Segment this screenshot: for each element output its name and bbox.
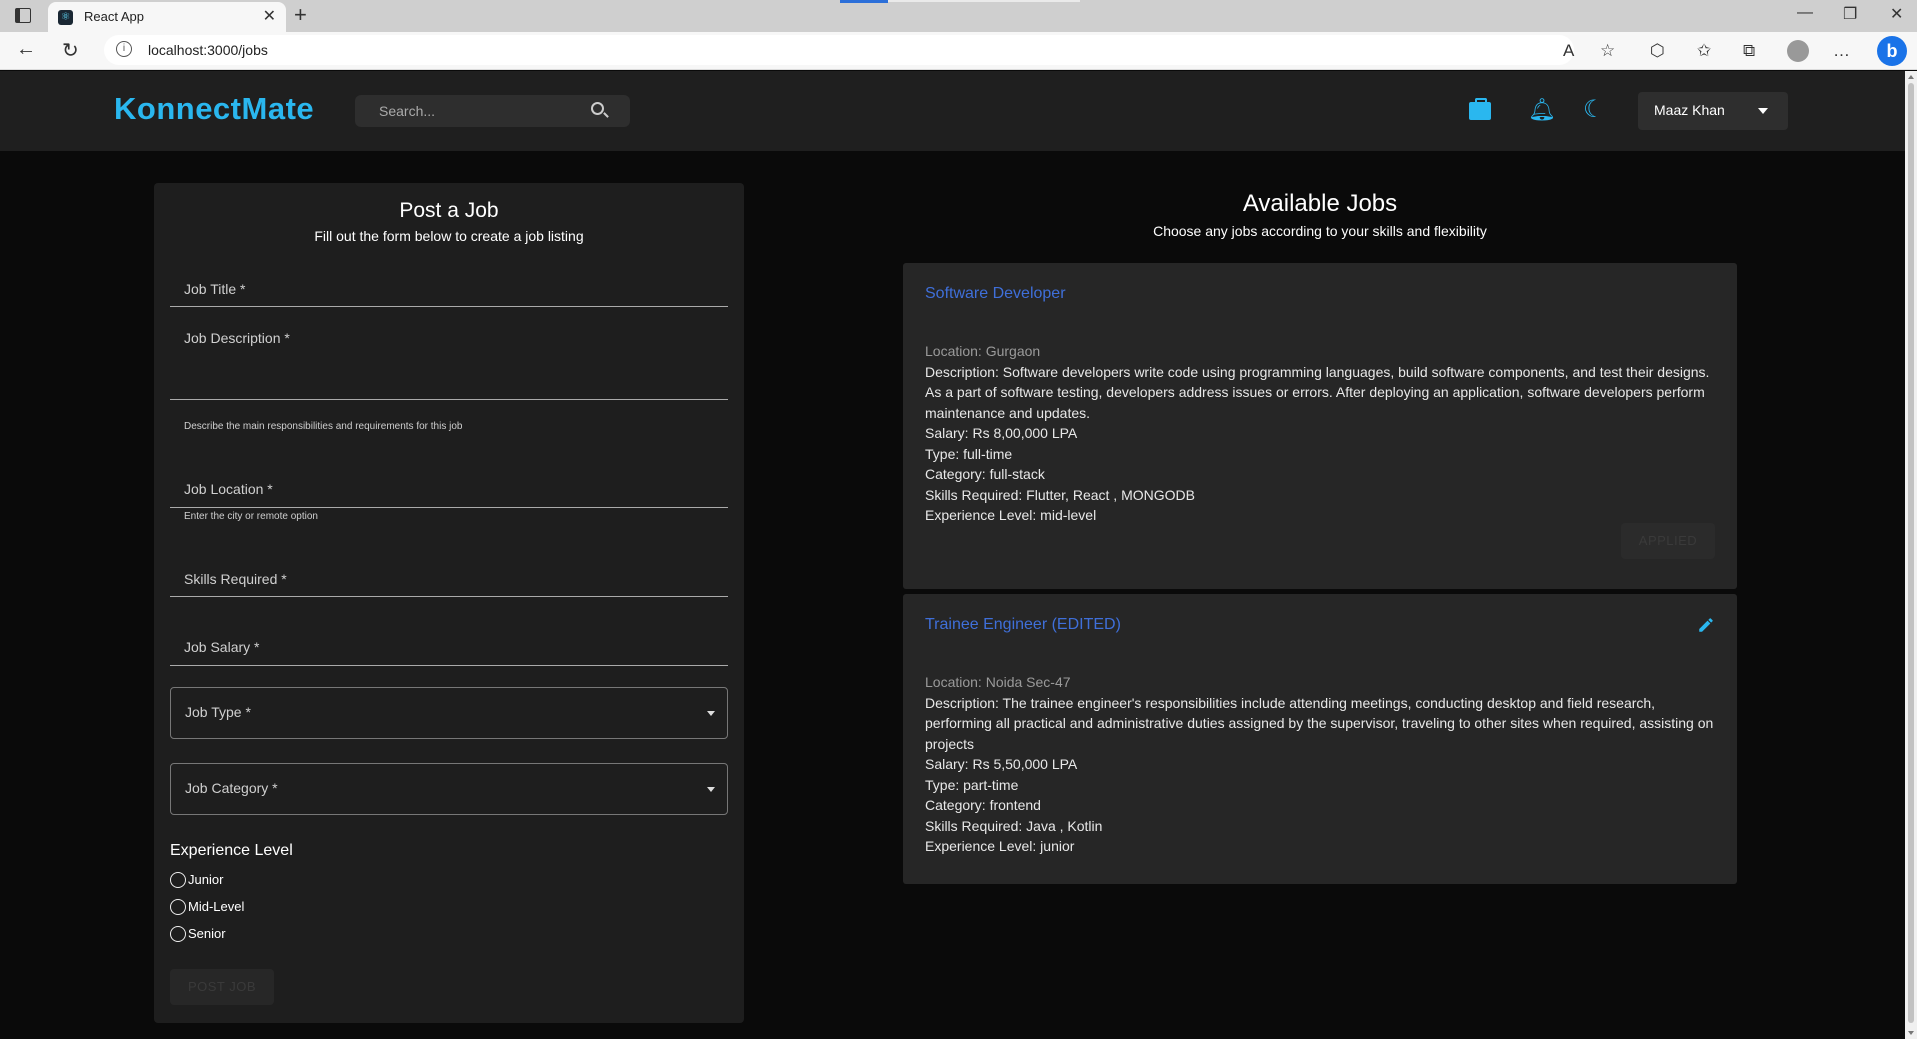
url-field[interactable]: i localhost:3000/jobs bbox=[104, 35, 1574, 65]
job-type-select[interactable]: Job Type * bbox=[170, 687, 728, 739]
post-job-button[interactable]: POST JOB bbox=[170, 969, 274, 1005]
extensions-icon[interactable]: ⬡ bbox=[1650, 41, 1665, 61]
job-skills: Skills Required: Flutter, React , MONGOD… bbox=[925, 486, 1195, 503]
radio-circle-icon[interactable] bbox=[170, 925, 186, 942]
job-salary: Salary: Rs 8,00,000 LPA bbox=[925, 425, 1078, 441]
moon-icon[interactable]: ☾ bbox=[1583, 95, 1605, 124]
scroll-down-icon[interactable] bbox=[1908, 1031, 1914, 1035]
radio-label: Mid-Level bbox=[188, 899, 245, 915]
job-description: Description: The trainee engineer's resp… bbox=[925, 694, 1714, 752]
job-experience: Experience Level: mid-level bbox=[925, 507, 1097, 523]
back-icon[interactable]: ← bbox=[16, 38, 36, 61]
radio-junior[interactable]: Junior bbox=[170, 871, 223, 888]
address-bar: ← ↻ i localhost:3000/jobs A ☆ ⬡ ✩ ⧉ … b bbox=[0, 32, 1917, 70]
job-title[interactable]: Trainee Engineer (EDITED) bbox=[925, 616, 1121, 634]
job-type: Type: part-time bbox=[925, 776, 1019, 793]
restore-icon[interactable]: ❐ bbox=[1843, 4, 1857, 24]
read-aloud-icon[interactable]: A bbox=[1563, 41, 1574, 61]
user-name: Maaz Khan bbox=[1654, 102, 1725, 118]
job-location: Location: Noida Sec-47 bbox=[925, 674, 1071, 690]
jobs-subtitle: Choose any jobs according to your skills… bbox=[1153, 223, 1487, 239]
post-job-form: Post a Job Fill out the form below to cr… bbox=[154, 183, 744, 1023]
job-category: Category: full-stack bbox=[925, 466, 1045, 482]
radio-label: Junior bbox=[188, 872, 224, 888]
add-favorite-icon[interactable]: ☆ bbox=[1600, 41, 1615, 61]
form-title: Post a Job bbox=[399, 199, 499, 222]
job-category-select[interactable]: Job Category * bbox=[170, 763, 728, 815]
collections-icon[interactable]: ⧉ bbox=[1743, 41, 1755, 61]
radio-label: Senior bbox=[188, 926, 226, 942]
search-input[interactable]: Search... bbox=[355, 95, 630, 127]
chevron-down-icon bbox=[1758, 108, 1768, 114]
radio-senior[interactable]: Senior bbox=[170, 925, 226, 942]
more-options-icon[interactable]: … bbox=[1833, 41, 1850, 61]
job-type-label: Job Type * bbox=[185, 704, 251, 720]
favorites-icon[interactable]: ✩ bbox=[1697, 41, 1711, 61]
job-salary: Salary: Rs 5,50,000 LPA bbox=[925, 756, 1078, 772]
dropdown-arrow-icon bbox=[707, 787, 715, 792]
briefcase-icon[interactable] bbox=[1469, 98, 1491, 120]
browser-tab[interactable]: ⚛ React App ✕ bbox=[48, 2, 286, 32]
job-description-field[interactable]: Job Description * bbox=[170, 321, 728, 400]
profile-avatar[interactable] bbox=[1787, 40, 1809, 62]
react-icon: ⚛ bbox=[58, 10, 73, 25]
loading-track bbox=[888, 0, 1080, 2]
form-subtitle: Fill out the form below to create a job … bbox=[314, 228, 584, 244]
job-category-label: Job Category * bbox=[185, 780, 278, 796]
job-description: Description: Software developers write c… bbox=[925, 363, 1710, 421]
job-title-label: Job Title * bbox=[184, 281, 246, 297]
job-description-helper: Describe the main responsibilities and r… bbox=[184, 421, 463, 432]
job-skills: Skills Required: Java , Kotlin bbox=[925, 817, 1103, 834]
tab-title: React App bbox=[84, 9, 144, 24]
tab-actions-icon[interactable] bbox=[15, 8, 31, 23]
job-details: Location: Noida Sec-47 Description: The … bbox=[925, 672, 1715, 857]
user-menu-button[interactable]: Maaz Khan bbox=[1638, 92, 1788, 130]
job-category: Category: frontend bbox=[925, 797, 1041, 813]
browser-tab-strip: ⚛ React App ✕ + — ❐ ✕ bbox=[0, 0, 1917, 32]
scrollbar-thumb[interactable] bbox=[1908, 83, 1914, 1023]
job-card: Trainee Engineer (EDITED) Location: Noid… bbox=[903, 594, 1737, 884]
close-window-icon[interactable]: ✕ bbox=[1890, 4, 1903, 24]
bing-icon[interactable]: b bbox=[1877, 36, 1907, 66]
job-type: Type: full-time bbox=[925, 445, 1013, 462]
search-icon[interactable] bbox=[591, 102, 604, 115]
salary-label: Job Salary * bbox=[184, 639, 260, 655]
loading-indicator bbox=[840, 0, 888, 3]
scroll-up-icon[interactable] bbox=[1908, 75, 1914, 79]
applied-button[interactable]: APPLIED bbox=[1621, 523, 1715, 559]
skills-label: Skills Required * bbox=[184, 571, 287, 587]
minimize-icon[interactable]: — bbox=[1797, 4, 1813, 22]
job-experience: Experience Level: junior bbox=[925, 838, 1075, 854]
job-card: Software Developer Location: Gurgaon Des… bbox=[903, 263, 1737, 589]
skills-field[interactable]: Skills Required * bbox=[170, 533, 728, 597]
job-location: Location: Gurgaon bbox=[925, 343, 1041, 359]
jobs-title: Available Jobs bbox=[1242, 190, 1398, 217]
reload-icon[interactable]: ↻ bbox=[62, 38, 79, 63]
bell-icon[interactable]: 🔔︎ bbox=[1528, 97, 1556, 123]
page-scrollbar[interactable] bbox=[1905, 71, 1917, 1039]
radio-circle-icon[interactable] bbox=[170, 898, 186, 915]
search-placeholder: Search... bbox=[379, 103, 436, 119]
salary-field[interactable]: Job Salary * bbox=[170, 601, 728, 666]
experience-level-title: Experience Level bbox=[170, 842, 293, 859]
job-location-field[interactable]: Job Location * bbox=[170, 443, 728, 508]
job-location-helper: Enter the city or remote option bbox=[184, 511, 318, 522]
new-tab-icon[interactable]: + bbox=[294, 2, 307, 28]
job-location-label: Job Location * bbox=[184, 481, 273, 497]
radio-circle-icon[interactable] bbox=[170, 871, 186, 888]
job-title-field[interactable]: Job Title * bbox=[170, 243, 728, 307]
app-logo[interactable]: KonnectMate bbox=[114, 91, 314, 127]
info-icon[interactable]: i bbox=[116, 41, 132, 57]
radio-mid-level[interactable]: Mid-Level bbox=[170, 898, 244, 915]
job-description-label: Job Description * bbox=[184, 330, 290, 346]
app-header: KonnectMate Search... 🔔︎ ☾ Maaz Khan bbox=[0, 71, 1905, 151]
url-text: localhost:3000/jobs bbox=[148, 42, 268, 58]
job-details: Location: Gurgaon Description: Software … bbox=[925, 341, 1715, 526]
close-tab-icon[interactable]: ✕ bbox=[263, 6, 276, 26]
job-title[interactable]: Software Developer bbox=[925, 285, 1066, 303]
dropdown-arrow-icon bbox=[707, 711, 715, 716]
edit-pencil-icon[interactable] bbox=[1697, 616, 1715, 634]
